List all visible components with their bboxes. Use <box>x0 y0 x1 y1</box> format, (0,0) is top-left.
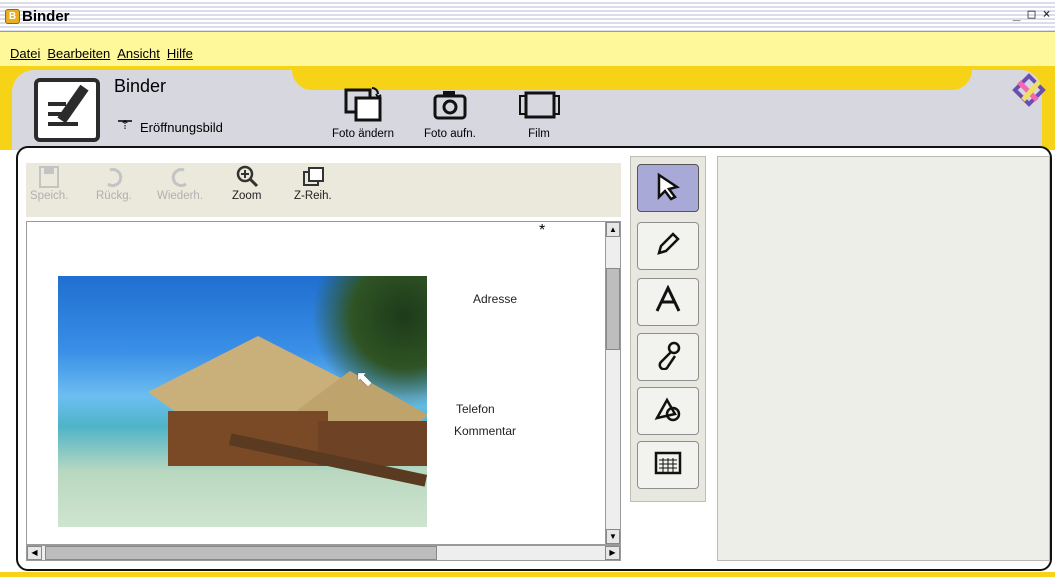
undo-icon <box>102 164 126 190</box>
calendar-tool-icon <box>653 448 683 482</box>
mouse-cursor-icon: ⬉ <box>355 366 374 391</box>
menu-ansicht[interactable]: Ansicht <box>117 46 160 61</box>
minimize-button[interactable]: _ <box>1010 8 1023 24</box>
z-order-button[interactable]: Z-Reih. <box>294 164 332 202</box>
stamp-tool-button[interactable] <box>637 333 699 381</box>
undo-button[interactable]: Rückg. <box>96 164 132 202</box>
scroll-right-icon[interactable]: ▶ <box>605 546 620 560</box>
scroll-down-icon[interactable]: ▼ <box>606 529 620 544</box>
pencil-tool-icon <box>653 229 683 263</box>
pencil-tool-button[interactable] <box>637 222 699 270</box>
address-field[interactable]: Adresse <box>473 292 517 306</box>
take-photo-label: Foto aufn. <box>424 128 476 140</box>
binder-notepad-icon <box>34 78 100 142</box>
shapes-tool-icon <box>653 394 683 428</box>
title-bar[interactable]: B Binder _ □ × <box>0 0 1055 32</box>
stamp-tool-icon <box>653 340 683 374</box>
maximize-button[interactable]: □ <box>1025 8 1038 24</box>
film-button[interactable]: Film <box>518 86 560 140</box>
redo-icon <box>168 164 192 190</box>
text-tool-button[interactable] <box>637 278 699 326</box>
bottom-accent-strip <box>0 572 1055 577</box>
vertical-scrollbar[interactable]: ▲ ▼ <box>605 221 621 545</box>
modified-marker: * <box>539 222 546 239</box>
horizontal-scroll-thumb[interactable] <box>45 546 437 560</box>
phone-field[interactable]: Telefon <box>456 402 495 416</box>
photo-change-icon <box>342 86 384 124</box>
brand-logo-icon <box>1009 70 1049 110</box>
scroll-left-icon[interactable]: ◀ <box>27 546 42 560</box>
save-icon <box>37 164 61 190</box>
save-button[interactable]: Speich. <box>30 164 68 202</box>
zoom-icon <box>235 164 259 190</box>
camera-icon <box>429 86 471 124</box>
properties-panel <box>717 156 1050 561</box>
app-heading: Binder <box>114 76 167 96</box>
film-icon <box>518 86 560 124</box>
photo-frame[interactable]: ⬉ <box>58 276 427 527</box>
z-order-icon <box>301 164 325 190</box>
binder-app-icon: B <box>5 9 20 24</box>
change-photo-label: Foto ändern <box>332 128 395 140</box>
horizontal-scrollbar[interactable]: ◀ ▶ <box>26 545 621 561</box>
window-controls: _ □ × <box>1010 8 1053 24</box>
shapes-tool-button[interactable] <box>637 387 699 435</box>
zoom-button[interactable]: Zoom <box>232 164 261 202</box>
menu-bar: Datei Bearbeiten Ansicht Hilfe <box>0 32 1055 66</box>
open-start-link[interactable]: Eröffnungsbild <box>140 120 223 135</box>
comment-field[interactable]: Kommentar <box>454 424 516 438</box>
scroll-up-icon[interactable]: ▲ <box>606 222 620 237</box>
undo-label: Rückg. <box>96 190 132 202</box>
zoom-label: Zoom <box>232 190 262 202</box>
select-tool-button[interactable] <box>637 164 699 212</box>
redo-label: Wiederh. <box>157 190 204 202</box>
open-start-icon[interactable] <box>118 118 132 132</box>
z-order-label: Z-Reih. <box>294 190 332 202</box>
film-label: Film <box>528 128 550 140</box>
close-button[interactable]: × <box>1040 8 1053 24</box>
take-photo-button[interactable]: Foto aufn. <box>424 86 476 140</box>
calendar-tool-button[interactable] <box>637 441 699 489</box>
menu-bearbeiten[interactable]: Bearbeiten <box>47 46 110 61</box>
change-photo-button[interactable]: Foto ändern <box>332 86 394 140</box>
text-tool-icon <box>653 284 683 319</box>
redo-button[interactable]: Wiederh. <box>157 164 203 202</box>
save-label: Speich. <box>30 190 69 202</box>
window-title: Binder <box>22 8 70 25</box>
menu-hilfe[interactable]: Hilfe <box>167 46 193 61</box>
select-arrow-tool-icon <box>653 171 683 205</box>
menu-datei[interactable]: Datei <box>10 46 40 61</box>
vertical-scroll-thumb[interactable] <box>606 268 620 350</box>
